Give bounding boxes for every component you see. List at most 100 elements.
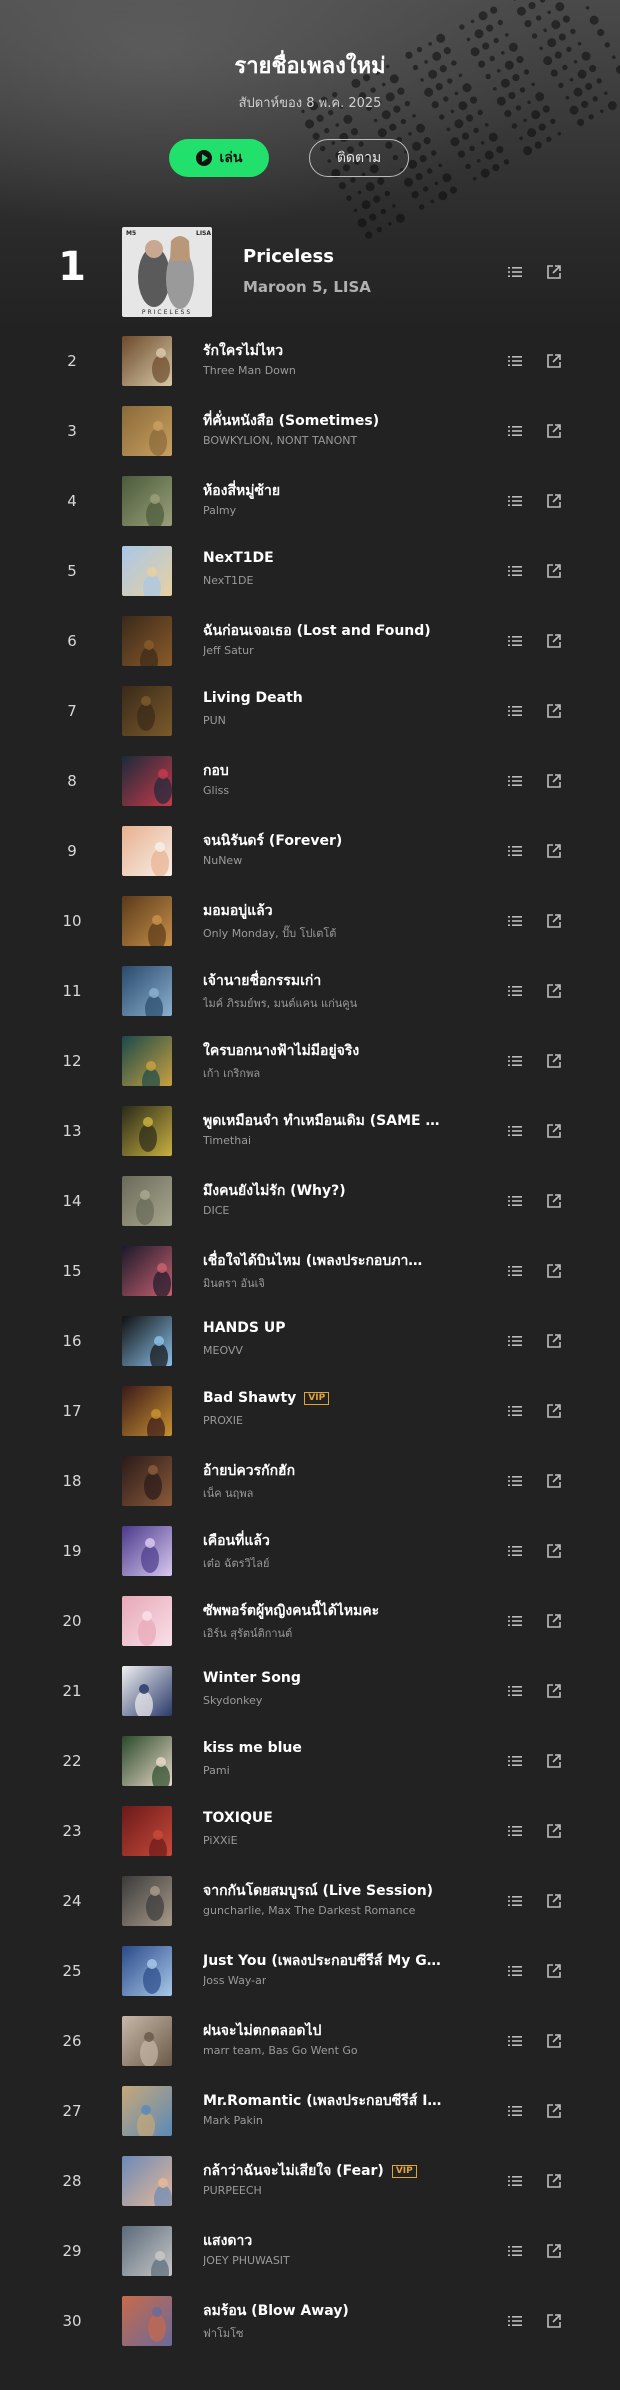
track-title[interactable]: จากกันโดยสมบูรณ์ (Live Session)	[203, 1880, 433, 1902]
track-artist[interactable]: เน็ค นฤพล	[203, 1484, 253, 1502]
track-row[interactable]: 6 ฉันก่อนเจอเธอ (Lost and Found) Jeff Satu…	[0, 606, 620, 676]
album-cover[interactable]	[122, 1316, 172, 1366]
queue-list-icon[interactable]	[506, 1332, 524, 1350]
track-row[interactable]: 25 Just You (เพลงประกอบซีรีส์ My G… Joss W…	[0, 1936, 620, 2006]
track-row[interactable]: 8 กอบ Gliss	[0, 746, 620, 816]
queue-list-icon[interactable]	[506, 842, 524, 860]
track-title[interactable]: เจ้านายชื่อกรรมเก่า	[203, 970, 321, 992]
external-share-icon[interactable]	[545, 1262, 563, 1280]
track-artist[interactable]: Palmy	[203, 504, 236, 517]
track-artist[interactable]: guncharlie, Max The Darkest Romance	[203, 1904, 415, 1917]
queue-list-icon[interactable]	[506, 1262, 524, 1280]
external-share-icon[interactable]	[545, 1402, 563, 1420]
album-cover[interactable]	[122, 1526, 172, 1576]
track-title[interactable]: รักใครไม่ไหว	[203, 340, 283, 362]
album-cover[interactable]	[122, 336, 172, 386]
external-share-icon[interactable]	[545, 1192, 563, 1210]
track-title[interactable]: พูดเหมือนจำ ทำเหมือนเดิม (SAME …	[203, 1110, 439, 1132]
track-artist[interactable]: JOEY PHUWASIT	[203, 2254, 290, 2267]
album-cover[interactable]	[122, 616, 172, 666]
track-title[interactable]: กล้าว่าฉันจะไม่เสียใจ (Fear) VIP	[203, 2160, 417, 2182]
track-title[interactable]: Bad Shawty VIP	[203, 1390, 330, 1406]
external-share-icon[interactable]	[545, 1332, 563, 1350]
queue-list-icon[interactable]	[506, 1822, 524, 1840]
track-title[interactable]: ฉันก่อนเจอเธอ (Lost and Found)	[203, 620, 431, 642]
play-button[interactable]: เล่น	[169, 139, 269, 177]
external-share-icon[interactable]	[545, 842, 563, 860]
queue-list-icon[interactable]	[506, 2312, 524, 2330]
track-artist[interactable]: เอิร์น สุรัตน์ติกานต์	[203, 1624, 292, 1642]
track-artist[interactable]: Pami	[203, 1764, 230, 1777]
external-share-icon[interactable]	[545, 1472, 563, 1490]
track-artist[interactable]: Joss Way-ar	[203, 1974, 266, 1987]
track-row[interactable]: 24 จากกันโดยสมบูรณ์ (Live Session) gunchar…	[0, 1866, 620, 1936]
queue-list-icon[interactable]	[506, 1472, 524, 1490]
track-title[interactable]: ที่คั่นหนังสือ (Sometimes)	[203, 410, 379, 432]
track-title[interactable]: ใครบอกนางฟ้าไม่มีอยู่จริง	[203, 1040, 359, 1062]
track-title[interactable]: มึงคนยังไม่รัก (Why?)	[203, 1180, 346, 1202]
album-cover[interactable]	[122, 406, 172, 456]
track-title[interactable]: Priceless	[243, 246, 334, 267]
track-row[interactable]: 27 Mr.Romantic (เพลงประกอบซีรีส์ I… Mark P…	[0, 2076, 620, 2146]
album-cover[interactable]	[122, 1036, 172, 1086]
track-row[interactable]: 23 TOXIQUE PiXXiE	[0, 1796, 620, 1866]
track-artist[interactable]: NexT1DE	[203, 574, 253, 587]
track-artist[interactable]: PROXIE	[203, 1414, 243, 1427]
track-title[interactable]: เคือนที่แล้ว	[203, 1530, 270, 1552]
track-row[interactable]: 2 รักใครไม่ไหว Three Man Down	[0, 326, 620, 396]
track-row[interactable]: 7 Living Death PUN	[0, 676, 620, 746]
external-share-icon[interactable]	[545, 352, 563, 370]
track-row[interactable]: 4 ห้องสี่หมู่ซ้าย Palmy	[0, 466, 620, 536]
track-title[interactable]: NexT1DE	[203, 550, 274, 566]
album-cover[interactable]	[122, 2156, 172, 2206]
track-artist[interactable]: Skydonkey	[203, 1694, 262, 1707]
track-row[interactable]: 10 มอมอบู่แล้ว Only Monday, ปั๊บ โปเตโต้	[0, 886, 620, 956]
track-title[interactable]: Just You (เพลงประกอบซีรีส์ My G…	[203, 1950, 441, 1972]
external-share-icon[interactable]	[545, 1822, 563, 1840]
track-artist[interactable]: Mark Pakin	[203, 2114, 263, 2127]
external-share-icon[interactable]	[545, 632, 563, 650]
album-cover[interactable]	[122, 2226, 172, 2276]
track-artist[interactable]: ไมค์ ภิรมย์พร, มนต์แคน แก่นคูน	[203, 994, 357, 1012]
queue-list-icon[interactable]	[506, 912, 524, 930]
track-title[interactable]: เชื่อใจได้บินไหม (เพลงประกอบภา…	[203, 1250, 422, 1272]
album-cover[interactable]	[122, 1596, 172, 1646]
track-title[interactable]: HANDS UP	[203, 1320, 285, 1336]
track-artist[interactable]: เก้า เกริกพล	[203, 1064, 260, 1082]
track-artist[interactable]: ฟาโมโซ	[203, 2324, 244, 2342]
track-title[interactable]: kiss me blue	[203, 1740, 302, 1756]
queue-list-icon[interactable]	[506, 1052, 524, 1070]
queue-list-icon[interactable]	[506, 702, 524, 720]
album-cover[interactable]	[122, 826, 172, 876]
album-cover[interactable]	[122, 686, 172, 736]
track-row[interactable]: 9 จนนิรันดร์ (Forever) NuNew	[0, 816, 620, 886]
track-row[interactable]: 3 ที่คั่นหนังสือ (Sometimes) BOWKYLION, NO…	[0, 396, 620, 466]
album-cover[interactable]	[122, 1386, 172, 1436]
album-cover[interactable]	[122, 546, 172, 596]
external-share-icon[interactable]	[545, 2172, 563, 2190]
track-row[interactable]: 18 อ้ายบ่ควรกักฮัก เน็ค นฤพล	[0, 1446, 620, 1516]
queue-list-icon[interactable]	[506, 263, 524, 281]
track-title[interactable]: จนนิรันดร์ (Forever)	[203, 830, 342, 852]
album-cover[interactable]	[122, 1246, 172, 1296]
external-share-icon[interactable]	[545, 263, 563, 281]
track-row[interactable]: 28 กล้าว่าฉันจะไม่เสียใจ (Fear) VIP PURPEEC…	[0, 2146, 620, 2216]
external-share-icon[interactable]	[545, 1682, 563, 1700]
external-share-icon[interactable]	[545, 2032, 563, 2050]
external-share-icon[interactable]	[545, 2102, 563, 2120]
external-share-icon[interactable]	[545, 982, 563, 1000]
external-share-icon[interactable]	[545, 422, 563, 440]
queue-list-icon[interactable]	[506, 772, 524, 790]
album-cover[interactable]	[122, 966, 172, 1016]
album-cover[interactable]	[122, 2016, 172, 2066]
queue-list-icon[interactable]	[506, 1192, 524, 1210]
track-title[interactable]: มอมอบู่แล้ว	[203, 900, 273, 922]
track-title[interactable]: TOXIQUE	[203, 1810, 273, 1826]
track-row[interactable]: 16 HANDS UP MEOVV	[0, 1306, 620, 1376]
track-title[interactable]: ซัพพอร์ตผู้หญิงคนนี้ได้ไหมคะ	[203, 1600, 379, 1622]
track-artist[interactable]: BOWKYLION, NONT TANONT	[203, 434, 357, 447]
track-artist[interactable]: Only Monday, ปั๊บ โปเตโต้	[203, 924, 336, 942]
track-row[interactable]: 11 เจ้านายชื่อกรรมเก่า ไมค์ ภิรมย์พร, มนต์…	[0, 956, 620, 1026]
track-row[interactable]: 17 Bad Shawty VIP PROXIE	[0, 1376, 620, 1446]
track-row[interactable]: 21 Winter Song Skydonkey	[0, 1656, 620, 1726]
